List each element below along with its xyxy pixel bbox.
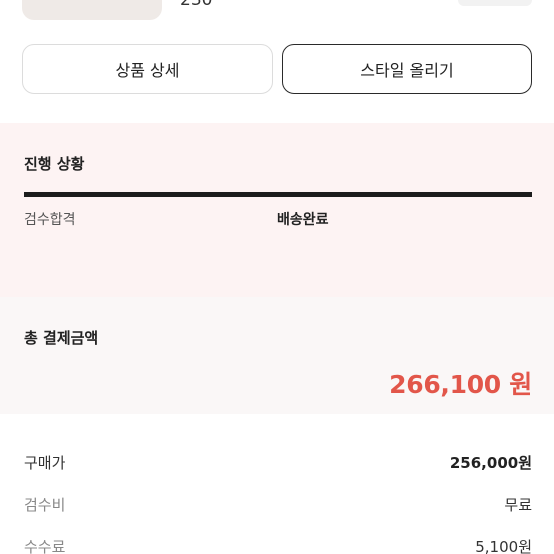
total-payment-section: 총 결제금액 266,100 원 — [0, 297, 554, 414]
product-detail-button[interactable]: 상품 상세 — [22, 44, 273, 94]
progress-title: 진행 상황 — [24, 155, 85, 173]
progress-step-delivered: 배송완료 — [277, 212, 329, 228]
price-row-value: 256,000원 — [449, 454, 532, 472]
price-row-commission: 수수료 5,100원 — [24, 536, 532, 554]
price-row-inspection-fee: 검수비 무료 — [24, 494, 532, 518]
product-thumbnail[interactable] — [22, 0, 162, 20]
total-payment-amount: 266,100 원 — [389, 370, 532, 399]
price-row-label: 구매가 — [24, 454, 66, 472]
price-row-label: 검수비 — [24, 496, 66, 514]
product-summary-strip: 230 — [0, 0, 554, 26]
price-row-label: 수수료 — [24, 538, 66, 554]
price-row-purchase: 구매가 256,000원 — [24, 452, 532, 476]
post-style-button[interactable]: 스타일 올리기 — [282, 44, 532, 94]
status-chip — [458, 0, 532, 6]
progress-step-inspection-passed: 검수합격 — [24, 212, 76, 228]
product-size-text: 230 — [180, 0, 213, 10]
price-row-value: 무료 — [504, 496, 532, 514]
progress-bar — [24, 192, 532, 197]
progress-section: 진행 상황 검수합격 배송완료 — [0, 123, 554, 297]
total-payment-label: 총 결제금액 — [24, 329, 99, 347]
price-row-value: 5,100원 — [475, 538, 532, 554]
price-breakdown: 구매가 256,000원 검수비 무료 수수료 5,100원 — [0, 414, 554, 554]
